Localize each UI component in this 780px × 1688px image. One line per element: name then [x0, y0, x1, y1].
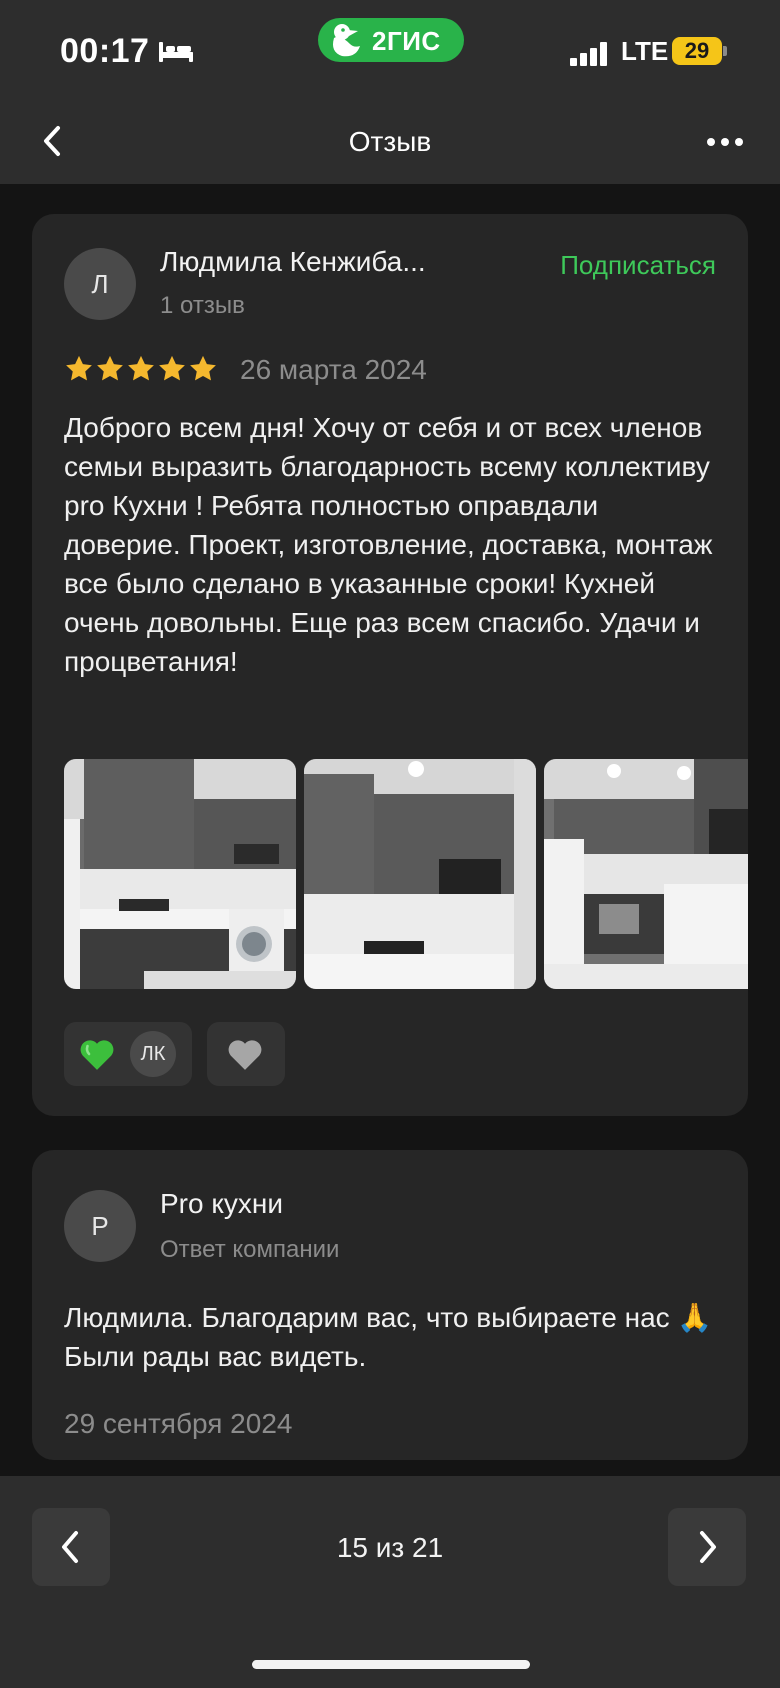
more-dots-icon [707, 138, 715, 146]
next-review-button[interactable] [668, 1508, 746, 1586]
reactor-avatar: ЛК [130, 1031, 176, 1077]
heart-icon [228, 1040, 262, 1070]
more-button[interactable] [700, 118, 750, 164]
home-indicator[interactable] [252, 1660, 530, 1669]
brand-name: 2ГИС [372, 26, 441, 56]
company-name[interactable]: Pro кухни [160, 1188, 283, 1220]
review-date: 26 марта 2024 [240, 354, 427, 385]
pager-counter: 15 из 21 [336, 1532, 444, 1563]
photo-strip[interactable] [64, 759, 748, 989]
battery-icon: 29 [672, 37, 727, 65]
subscribe-button[interactable]: Подписаться [560, 250, 716, 281]
page-title: Отзыв [348, 126, 432, 157]
nav-header: Отзыв [0, 98, 780, 184]
company-avatar[interactable]: P [64, 1190, 136, 1262]
star-icon [128, 355, 154, 381]
reply-text: Людмила. Благодарим вас, что выбираете н… [64, 1302, 713, 1372]
pager-bar: 15 из 21 [0, 1476, 780, 1688]
chevron-right-icon [700, 1531, 716, 1563]
duck-logo-icon [333, 24, 360, 57]
status-time: 00:17 [60, 32, 150, 70]
battery-level: 29 [684, 38, 710, 63]
review-text: Доброго всем дня! Хочу от себя и от всех… [64, 412, 713, 677]
star-icon [190, 355, 216, 381]
author-review-count: 1 отзыв [160, 292, 245, 319]
network-type: LTE [621, 36, 669, 66]
reply-date: 29 сентября 2024 [64, 1408, 293, 1439]
star-icon [159, 355, 185, 381]
reactions-chip[interactable]: ЛК [64, 1022, 192, 1086]
company-reply-card: P Pro кухни Ответ компании Людмила. Благ… [32, 1150, 748, 1460]
review-photo[interactable] [304, 759, 536, 989]
star-icon [97, 355, 123, 381]
like-button[interactable] [207, 1022, 285, 1086]
author-name[interactable]: Людмила Кенжиба... [160, 246, 426, 278]
author-avatar[interactable]: Л [64, 248, 136, 320]
bed-icon [159, 42, 193, 62]
review-photo[interactable] [64, 759, 296, 989]
review-photo[interactable] [544, 759, 748, 989]
reply-label: Ответ компании [160, 1236, 340, 1263]
green-heart-icon [80, 1040, 114, 1070]
review-card: Л Людмила Кенжиба... 1 отзыв Подписаться… [32, 214, 748, 1116]
star-icon [66, 355, 92, 381]
status-bar: 00:17 2ГИС LTE 29 [0, 0, 780, 98]
rating-stars [64, 354, 224, 384]
brand-pill[interactable]: 2ГИС [318, 18, 464, 62]
signal-icon [570, 42, 610, 66]
